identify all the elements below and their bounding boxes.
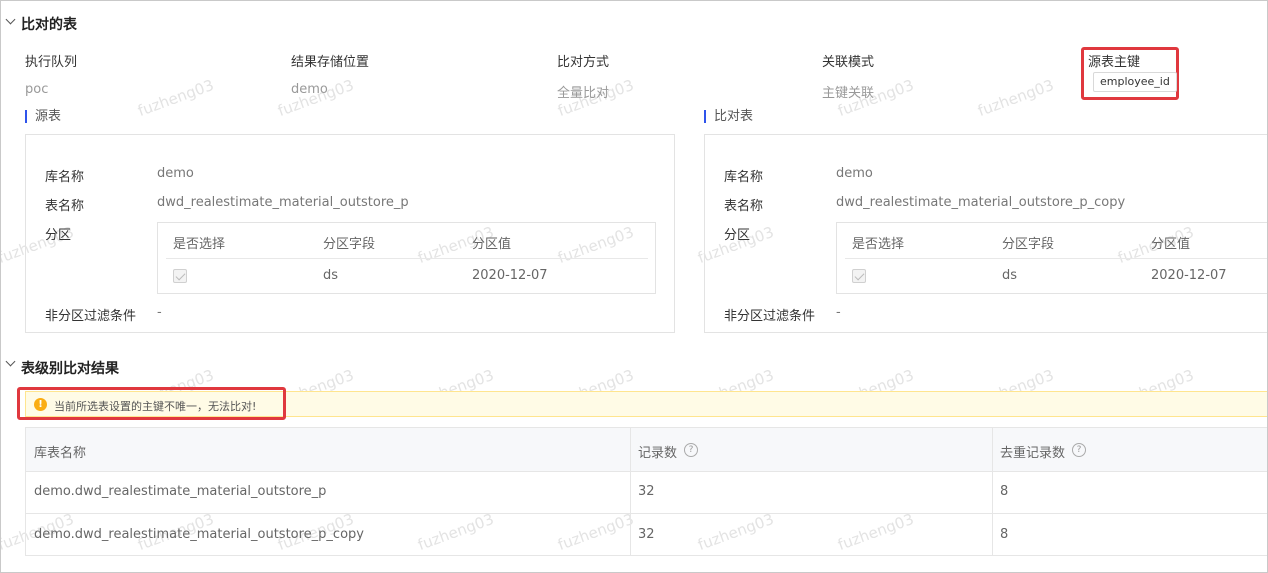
target-db-label: 库名称 bbox=[724, 170, 764, 185]
help-icon[interactable]: ? bbox=[684, 443, 698, 457]
partition-field-cell: ds bbox=[323, 268, 339, 283]
partition-field-header: 分区字段 bbox=[323, 237, 376, 252]
watermark: fuzheng03 bbox=[975, 75, 1057, 121]
chevron-down-icon bbox=[5, 356, 16, 367]
record-count-header: 记录数 bbox=[638, 446, 678, 461]
divider bbox=[845, 258, 1267, 259]
target-filter-label: 非分区过滤条件 bbox=[724, 309, 816, 324]
result-table: 库表名称 记录数 ? 去重记录数 ? demo.dwd_realestimate… bbox=[25, 427, 1267, 556]
queue-value: poc bbox=[25, 82, 49, 97]
partition-field-header: 分区字段 bbox=[1002, 237, 1055, 252]
record-count-cell: 32 bbox=[638, 484, 655, 499]
partition-select-header: 是否选择 bbox=[173, 237, 226, 252]
source-table-value: dwd_realestimate_material_outstore_p bbox=[157, 195, 409, 210]
section-title: 比对的表 bbox=[21, 17, 77, 33]
target-table-panel: 库名称 demo 表名称 dwd_realestimate_material_o… bbox=[704, 134, 1267, 333]
record-count-cell: 32 bbox=[638, 527, 655, 542]
table-name-header: 库表名称 bbox=[34, 446, 87, 461]
target-partition-label: 分区 bbox=[724, 228, 751, 243]
watermark: fuzheng03 bbox=[135, 75, 217, 121]
distinct-count-cell: 8 bbox=[1000, 527, 1009, 542]
partition-value-header: 分区值 bbox=[1151, 237, 1191, 252]
column-divider bbox=[630, 428, 631, 555]
help-icon[interactable]: ? bbox=[1072, 443, 1086, 457]
source-table-panel: 库名称 demo 表名称 dwd_realestimate_material_o… bbox=[25, 134, 675, 333]
source-primary-key-tag: employee_id bbox=[1093, 72, 1177, 92]
target-filter-value: - bbox=[836, 305, 841, 320]
partition-value-cell: 2020-12-07 bbox=[1151, 268, 1227, 283]
partition-select-header: 是否选择 bbox=[852, 237, 905, 252]
source-partition-label: 分区 bbox=[45, 228, 72, 243]
source-table-label: 表名称 bbox=[45, 199, 85, 214]
row-divider bbox=[26, 513, 1267, 514]
target-partition-table: 是否选择 分区字段 分区值 ds 2020-12-07 bbox=[836, 222, 1267, 294]
storage-location-value: demo bbox=[291, 82, 328, 97]
table-name-cell: demo.dwd_realestimate_material_outstore_… bbox=[34, 527, 364, 542]
partition-checkbox[interactable] bbox=[173, 269, 187, 283]
join-mode-label: 关联模式 bbox=[822, 55, 875, 70]
target-table-value: dwd_realestimate_material_outstore_p_cop… bbox=[836, 195, 1126, 210]
join-mode-value: 主键关联 bbox=[822, 86, 875, 101]
target-table-label: 表名称 bbox=[724, 199, 764, 214]
compare-method-label: 比对方式 bbox=[557, 55, 610, 70]
source-table-title: 源表 bbox=[25, 110, 61, 123]
warning-icon: ! bbox=[34, 398, 47, 411]
divider bbox=[166, 258, 648, 259]
distinct-count-cell: 8 bbox=[1000, 484, 1009, 499]
target-db-value: demo bbox=[836, 166, 873, 181]
column-divider bbox=[992, 428, 993, 555]
partition-value-header: 分区值 bbox=[472, 237, 512, 252]
partition-field-cell: ds bbox=[1002, 268, 1018, 283]
source-filter-label: 非分区过滤条件 bbox=[45, 309, 137, 324]
source-db-label: 库名称 bbox=[45, 170, 85, 185]
table-level-result-section-toggle[interactable]: 表级别比对结果 bbox=[1, 353, 151, 377]
page: fuzheng03 fuzheng03 fuzheng03 fuzheng03 … bbox=[0, 0, 1268, 573]
storage-location-label: 结果存储位置 bbox=[291, 55, 370, 70]
warning-message: 当前所选表设置的主键不唯一，无法比对! bbox=[54, 400, 257, 413]
partition-checkbox[interactable] bbox=[852, 269, 866, 283]
source-filter-value: - bbox=[157, 305, 162, 320]
queue-label: 执行队列 bbox=[25, 55, 78, 70]
compare-method-value: 全量比对 bbox=[557, 86, 610, 101]
compare-tables-section-toggle[interactable]: 比对的表 bbox=[1, 11, 121, 35]
target-table-title: 比对表 bbox=[704, 110, 753, 123]
row-divider bbox=[26, 471, 1267, 472]
section-title: 表级别比对结果 bbox=[21, 361, 119, 377]
chevron-down-icon bbox=[5, 14, 16, 25]
table-name-cell: demo.dwd_realestimate_material_outstore_… bbox=[34, 484, 327, 499]
distinct-count-header: 去重记录数 bbox=[1000, 446, 1066, 461]
source-primary-key-label: 源表主键 bbox=[1088, 55, 1141, 70]
source-db-value: demo bbox=[157, 166, 194, 181]
source-partition-table: 是否选择 分区字段 分区值 ds 2020-12-07 bbox=[157, 222, 656, 294]
partition-value-cell: 2020-12-07 bbox=[472, 268, 548, 283]
